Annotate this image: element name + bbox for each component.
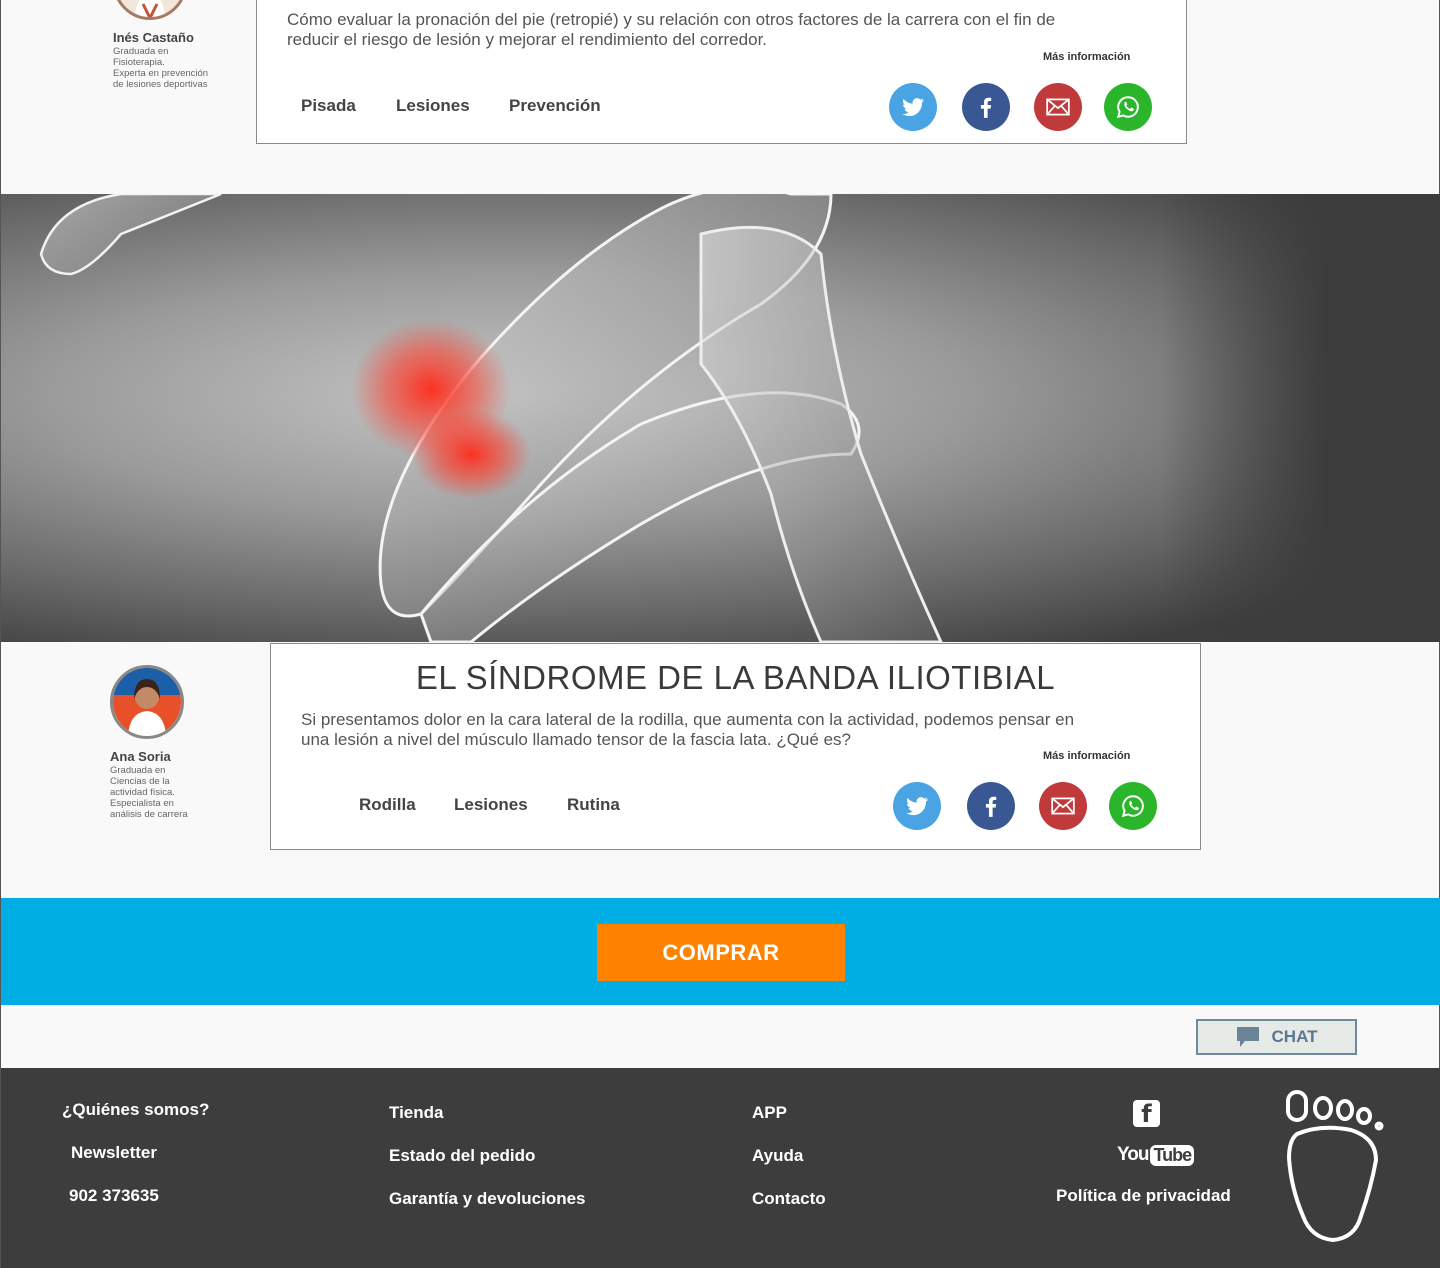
footer-link-privacy[interactable]: Política de privacidad bbox=[1056, 1186, 1231, 1206]
chat-button[interactable]: CHAT bbox=[1196, 1019, 1357, 1055]
chat-label: CHAT bbox=[1271, 1027, 1318, 1046]
share-facebook-button[interactable] bbox=[967, 782, 1015, 830]
footer-facebook-button[interactable]: f bbox=[1133, 1100, 1160, 1127]
share-whatsapp-button[interactable] bbox=[1109, 782, 1157, 830]
author-ines: Inés Castaño Graduada en Fisioterapia. E… bbox=[113, 0, 233, 90]
mail-icon bbox=[1046, 98, 1070, 116]
bio-line: Experta en prevención bbox=[113, 68, 209, 79]
more-info-link[interactable]: Más información bbox=[1043, 51, 1130, 63]
article-card: EL SÍNDROME DE LA BANDA ILIOTIBIAL Si pr… bbox=[270, 643, 1201, 850]
article-title[interactable]: EL SÍNDROME DE LA BANDA ILIOTIBIAL bbox=[271, 659, 1200, 697]
twitter-icon bbox=[906, 797, 929, 816]
article-description: Si presentamos dolor en la cara lateral … bbox=[301, 710, 1191, 750]
footer-youtube-button[interactable]: You Tube bbox=[1117, 1144, 1195, 1166]
facebook-icon bbox=[980, 97, 992, 118]
footer-link-about[interactable]: ¿Quiénes somos? bbox=[62, 1100, 209, 1120]
share-facebook-button[interactable] bbox=[962, 83, 1010, 131]
twitter-icon bbox=[902, 98, 925, 117]
bio-line: de lesiones deportivas bbox=[113, 79, 208, 90]
page: Inés Castaño Graduada en Fisioterapia. E… bbox=[0, 0, 1440, 1268]
footprint-logo-icon bbox=[1286, 1090, 1384, 1243]
whatsapp-icon bbox=[1121, 795, 1144, 818]
footer: ¿Quiénes somos? Newsletter 902 373635 Ti… bbox=[1, 1068, 1440, 1268]
bio-line: Graduada en bbox=[113, 46, 169, 57]
share-whatsapp-button[interactable] bbox=[1104, 83, 1152, 131]
author-name: Ana Soria bbox=[110, 749, 171, 764]
share-twitter-button[interactable] bbox=[893, 782, 941, 830]
footer-link-order-status[interactable]: Estado del pedido bbox=[389, 1146, 535, 1166]
youtube-tube: Tube bbox=[1150, 1144, 1195, 1166]
tag-lesiones[interactable]: Lesiones bbox=[396, 96, 470, 116]
bio-line: actividad física. bbox=[110, 787, 175, 798]
tag-lesiones[interactable]: Lesiones bbox=[454, 795, 528, 815]
footer-link-newsletter[interactable]: Newsletter bbox=[71, 1143, 157, 1163]
description-line: una lesión a nivel del músculo llamado t… bbox=[301, 730, 851, 749]
buy-button[interactable]: COMPRAR bbox=[597, 924, 845, 981]
footer-link-app[interactable]: APP bbox=[752, 1103, 787, 1123]
tag-pisada[interactable]: Pisada bbox=[301, 96, 356, 116]
author-bio: Graduada en Ciencias de la actividad fís… bbox=[110, 765, 230, 820]
description-line: Si presentamos dolor en la cara lateral … bbox=[301, 710, 1075, 729]
facebook-icon bbox=[985, 796, 997, 817]
article-description: Cómo evaluar la pronación del pie (retro… bbox=[287, 10, 1167, 50]
footer-link-store[interactable]: Tienda bbox=[389, 1103, 443, 1123]
share-mail-button[interactable] bbox=[1034, 83, 1082, 131]
more-info-link[interactable]: Más información bbox=[1043, 750, 1130, 762]
youtube-icon: You Tube bbox=[1117, 1144, 1195, 1166]
author-name: Inés Castaño bbox=[113, 30, 194, 45]
chat-bubble-icon bbox=[1236, 1027, 1259, 1047]
bio-line: Ciencias de la bbox=[110, 776, 170, 787]
tag-rodilla[interactable]: Rodilla bbox=[359, 795, 416, 815]
bio-line: Especialista en bbox=[110, 798, 174, 809]
footer-link-warranty[interactable]: Garantía y devoluciones bbox=[389, 1189, 586, 1209]
whatsapp-icon bbox=[1116, 96, 1139, 119]
bio-line: análisis de carrera bbox=[110, 809, 188, 820]
youtube-you: You bbox=[1117, 1144, 1150, 1165]
author-bio: Graduada en Fisioterapia. Experta en pre… bbox=[113, 46, 233, 90]
buy-banner: COMPRAR bbox=[1, 898, 1440, 1005]
mail-icon bbox=[1051, 797, 1075, 815]
bio-line: Fisioterapia. bbox=[113, 57, 165, 68]
share-mail-button[interactable] bbox=[1039, 782, 1087, 830]
footer-phone[interactable]: 902 373635 bbox=[69, 1186, 159, 1206]
tag-prevencion[interactable]: Prevención bbox=[509, 96, 601, 116]
footer-link-help[interactable]: Ayuda bbox=[752, 1146, 803, 1166]
avatar bbox=[113, 0, 187, 20]
description-line: reducir el riesgo de lesión y mejorar el… bbox=[287, 30, 768, 49]
bio-line: Graduada en bbox=[110, 765, 166, 776]
share-twitter-button[interactable] bbox=[889, 83, 937, 131]
description-line: Cómo evaluar la pronación del pie (retro… bbox=[287, 10, 1056, 29]
article-card: Cómo evaluar la pronación del pie (retro… bbox=[256, 0, 1187, 144]
footer-link-contact[interactable]: Contacto bbox=[752, 1189, 826, 1209]
avatar bbox=[110, 665, 184, 739]
author-ana: Ana Soria Graduada en Ciencias de la act… bbox=[110, 665, 230, 820]
tag-rutina[interactable]: Rutina bbox=[567, 795, 620, 815]
facebook-icon: f bbox=[1141, 1100, 1152, 1128]
article-hero-image[interactable] bbox=[1, 194, 1440, 642]
